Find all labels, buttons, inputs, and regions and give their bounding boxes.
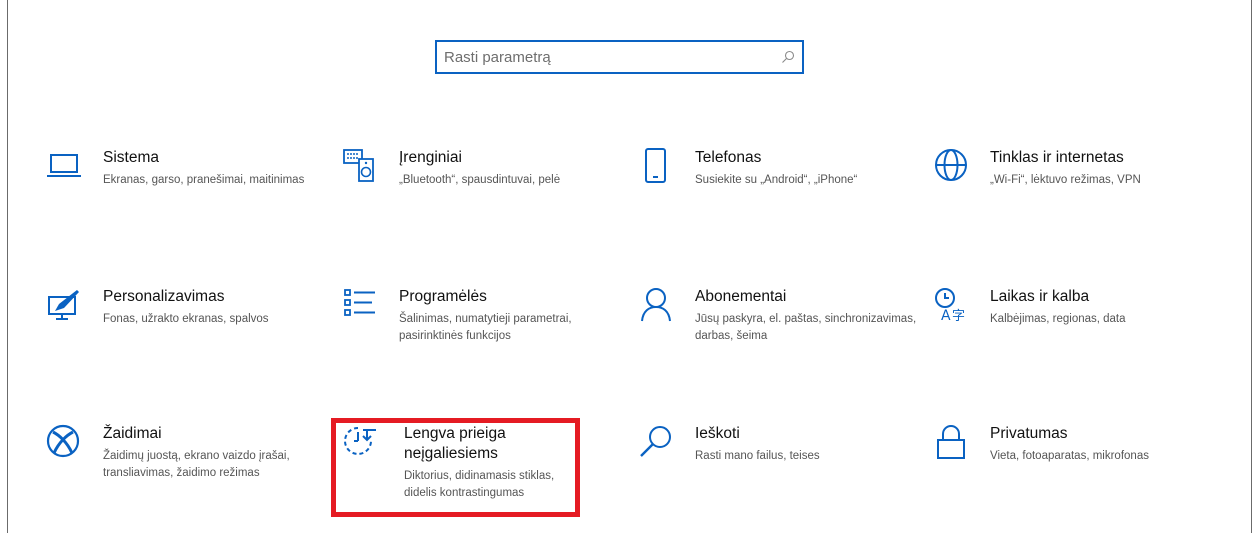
- tile-title: Ieškoti: [695, 425, 740, 442]
- laptop-icon: [46, 148, 86, 188]
- highlight-box: [331, 418, 580, 517]
- svg-text:字: 字: [952, 309, 965, 323]
- tile-title: Abonementai: [695, 288, 787, 305]
- tile-description: „Wi-Fi“, lėktuvo režimas, VPN: [990, 174, 1141, 186]
- time-language-icon: A字: [933, 287, 973, 327]
- tile-title: Įrenginiai: [399, 149, 462, 166]
- search-icon[interactable]: [774, 42, 802, 72]
- svg-text:A: A: [941, 308, 951, 323]
- search-box[interactable]: [435, 40, 804, 74]
- tile-description: „Bluetooth“, spausdintuvai, pelė: [399, 174, 561, 186]
- tile-title: Sistema: [103, 149, 159, 166]
- lock-icon: [933, 424, 973, 464]
- tile-description: Jūsų paskyra, el. paštas, sinchronizavim…: [695, 313, 917, 342]
- tile-description: Fonas, užrakto ekranas, spalvos: [103, 313, 269, 325]
- tile-title: Privatumas: [990, 425, 1068, 442]
- xbox-icon: [46, 424, 86, 464]
- apps-list-icon: [342, 287, 382, 327]
- devices-icon: [342, 148, 382, 188]
- tile-title: Personalizavimas: [103, 288, 225, 305]
- personalization-icon: [46, 287, 86, 327]
- tile-description: Kalbėjimas, regionas, data: [990, 313, 1126, 325]
- tile-description: Rasti mano failus, teises: [695, 450, 820, 462]
- phone-icon: [638, 148, 678, 188]
- tile-description: Ekranas, garso, pranešimai, maitinimas: [103, 174, 305, 186]
- tile-title: Laikas ir kalba: [990, 288, 1090, 305]
- tile-description: Šalinimas, numatytieji parametrai, pasir…: [399, 313, 572, 342]
- globe-icon: [933, 148, 973, 188]
- search-tile-icon: [638, 424, 678, 464]
- tile-title: Telefonas: [695, 149, 762, 166]
- search-input[interactable]: [437, 42, 774, 72]
- tile-description: Vieta, fotoaparatas, mikrofonas: [990, 450, 1149, 462]
- tile-title: Žaidimai: [103, 425, 162, 442]
- tile-title: Programėlės: [399, 288, 487, 305]
- tile-description: Žaidimų juostą, ekrano vaizdo įrašai, tr…: [103, 450, 290, 479]
- person-icon: [638, 287, 678, 327]
- tile-description: Susiekite su „Android“, „iPhone“: [695, 174, 858, 186]
- settings-window: Sistema Ekranas, garso, pranešimai, mait…: [7, 0, 1252, 533]
- tile-title: Tinklas ir internetas: [990, 149, 1124, 166]
